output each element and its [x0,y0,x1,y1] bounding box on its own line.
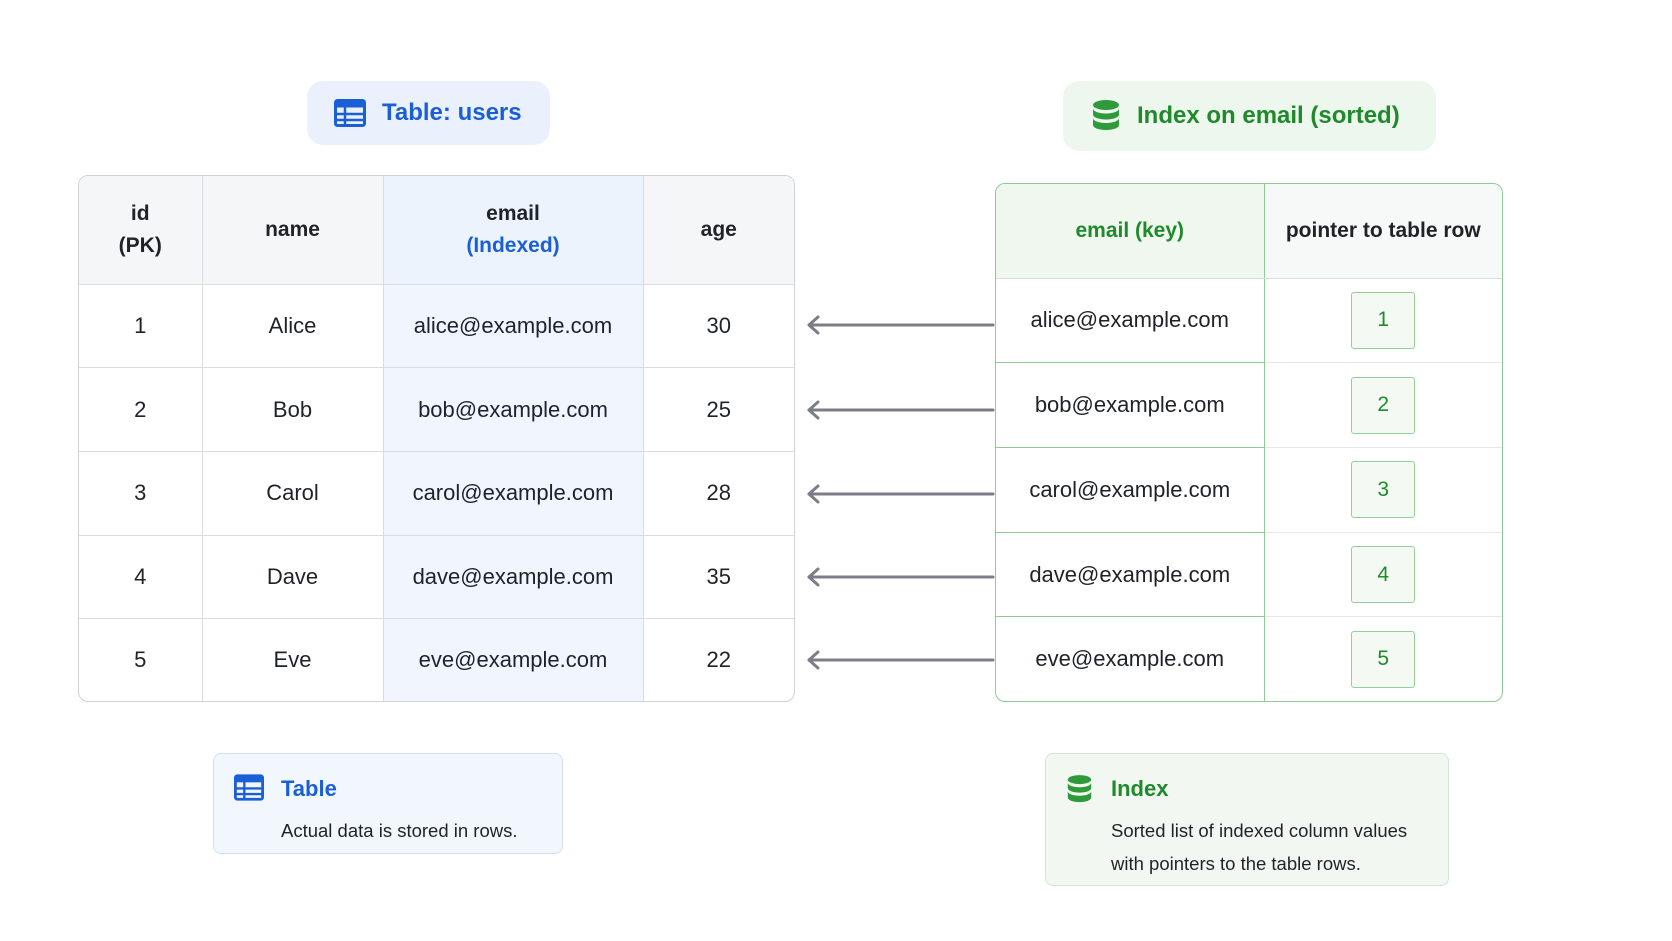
table-grid-icon [334,99,366,127]
index-title: Index on email (sorted) [1137,102,1400,129]
header-email-label: email [486,201,540,225]
legend-index: Index Sorted list of indexed column valu… [1045,753,1449,886]
cell-age: 35 [643,535,794,620]
table-row: 5 Eve eve@example.com 22 [79,618,794,701]
cell-age: 25 [643,367,794,452]
index-key: dave@example.com [996,532,1265,618]
index-key: carol@example.com [996,447,1265,533]
users-table-header-row: id (PK) name email (Indexed) age [79,176,794,285]
index-pointer-cell: 4 [1264,532,1502,618]
table-row: 1 Alice alice@example.com 30 [79,284,794,369]
index-pointer-cell: 2 [1264,362,1502,448]
index-row: bob@example.com 2 [996,362,1502,448]
row-pointer: 4 [1351,546,1416,604]
header-email-key: email (key) [996,184,1265,279]
cell-email: bob@example.com [383,367,644,452]
header-age: age [643,176,794,285]
cell-age: 28 [643,451,794,536]
table-title-badge: Table: users [307,81,550,145]
header-id-label: id [130,201,150,225]
cell-email: eve@example.com [383,618,644,701]
arrow-left-icon [807,484,995,504]
index-pointer-cell: 5 [1264,617,1502,701]
legend-index-description: Sorted list of indexed column values wit… [1111,820,1408,874]
header-name: name [202,176,384,285]
row-pointer: 2 [1351,376,1416,434]
index-title-badge: Index on email (sorted) [1063,81,1436,151]
index-key: alice@example.com [996,278,1265,364]
email-index-table: email (key) pointer to table row alice@e… [995,183,1503,702]
index-key: bob@example.com [996,362,1265,448]
cell-age: 30 [643,284,794,369]
index-row: eve@example.com 5 [996,616,1502,701]
header-id: id (PK) [79,176,203,285]
table-row: 4 Dave dave@example.com 35 [79,535,794,620]
cell-name: Bob [202,367,384,452]
index-pointer-cell: 3 [1264,447,1502,533]
index-key: eve@example.com [996,616,1265,701]
arrow-left-icon [807,400,995,420]
users-table: id (PK) name email (Indexed) age 1 Alice… [78,175,795,702]
header-pointer: pointer to table row [1264,184,1502,279]
index-row: dave@example.com 4 [996,532,1502,618]
cell-email: carol@example.com [383,451,644,536]
row-pointer: 1 [1351,291,1416,349]
index-row: alice@example.com 1 [996,278,1502,364]
table-title: Table: users [382,99,522,126]
table-row: 3 Carol carol@example.com 28 [79,451,794,536]
legend-index-title: Index [1111,776,1169,801]
cell-email: dave@example.com [383,535,644,620]
table-row: 2 Bob bob@example.com 25 [79,367,794,452]
header-id-pk: (PK) [118,233,162,257]
arrow-left-icon [807,567,995,587]
cell-id: 3 [79,451,203,536]
cell-id: 4 [79,535,203,620]
legend-table-title: Table [281,776,337,801]
row-pointer: 5 [1351,630,1416,688]
row-pointer: 3 [1351,461,1416,519]
cell-id: 1 [79,284,203,369]
database-icon [1066,774,1093,810]
header-email: email (Indexed) [383,176,644,285]
index-table-header-row: email (key) pointer to table row [996,184,1502,279]
header-email-indexed: (Indexed) [466,233,560,257]
cell-name: Eve [202,618,384,701]
legend-table-description: Actual data is stored in rows. [281,820,518,841]
table-grid-icon [234,774,264,806]
index-pointer-cell: 1 [1264,278,1502,364]
arrow-left-icon [807,650,995,670]
cell-id: 2 [79,367,203,452]
cell-name: Carol [202,451,384,536]
cell-name: Alice [202,284,384,369]
cell-name: Dave [202,535,384,620]
index-row: carol@example.com 3 [996,447,1502,533]
cell-age: 22 [706,647,731,673]
arrow-left-icon [807,315,995,335]
legend-table: Table Actual data is stored in rows. [213,753,563,854]
database-icon [1091,99,1121,133]
cell-email: alice@example.com [383,284,644,369]
cell-id: 5 [79,618,203,701]
